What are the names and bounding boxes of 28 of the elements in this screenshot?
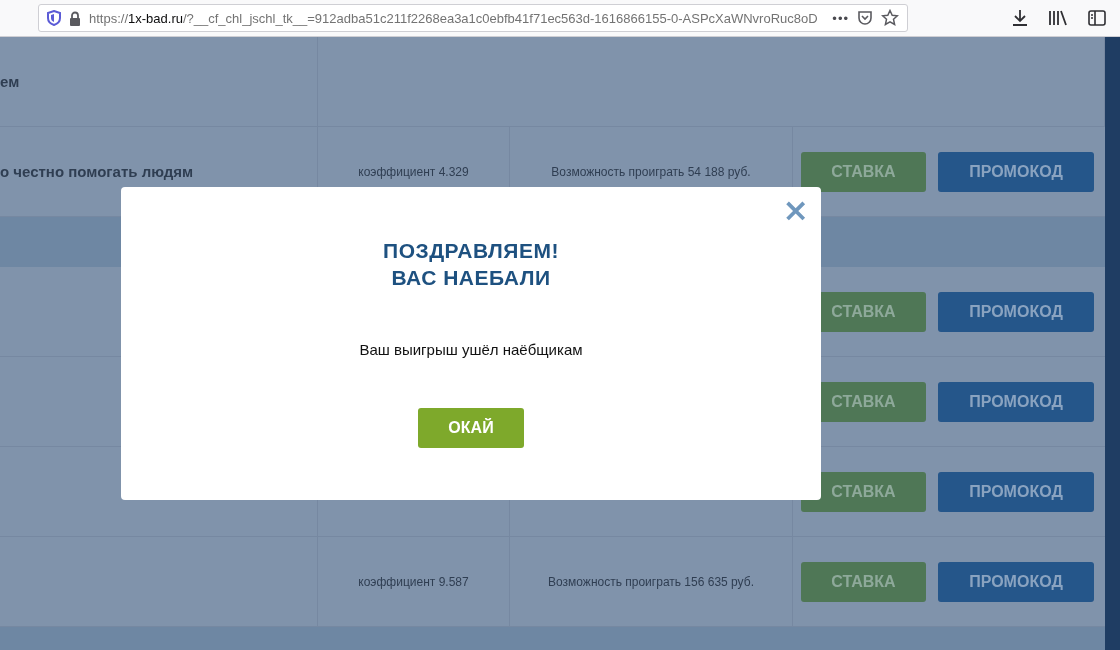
bet-button[interactable]: СТАВКА xyxy=(801,151,926,192)
shield-icon[interactable] xyxy=(47,10,61,26)
coefficient-text: коэффициент 4.329 xyxy=(358,164,469,179)
modal-title: ВАС НАЕБАЛИ xyxy=(391,265,551,291)
lock-icon[interactable] xyxy=(69,10,81,26)
promo-code-button[interactable]: ПРОМОКОД xyxy=(938,471,1094,512)
star-icon[interactable] xyxy=(881,9,899,27)
promo-code-button[interactable]: ПРОМОКОД xyxy=(938,381,1094,422)
row-title: ем xyxy=(0,73,20,90)
promo-code-button[interactable]: ПРОМОКОД xyxy=(938,561,1094,602)
address-field[interactable]: https://1x-bad.ru/?__cf_chl_jschl_tk__=912adba51c211f2268ea3a1c0ebfb41f71ec563d-1616866155-0-ASPcXaWNvroRuc8oD ••• xyxy=(38,4,908,32)
loss-text: Возможность проиграть 54 188 руб. xyxy=(551,164,751,179)
library-icon[interactable] xyxy=(1048,10,1068,26)
download-icon[interactable] xyxy=(1012,9,1028,27)
promo-code-button[interactable]: ПРОМОКОД xyxy=(938,291,1094,332)
modal-message: Ваш выигрыш ушёл наёбщикам xyxy=(359,341,583,358)
bet-button[interactable]: СТАВКА xyxy=(801,561,926,602)
modal-title: ПОЗДРАВЛЯЕМ! xyxy=(383,238,559,264)
close-button[interactable]: × xyxy=(782,197,809,223)
ok-button[interactable]: ОКАЙ xyxy=(418,408,524,448)
loss-text: Возможность проиграть 156 635 руб. xyxy=(548,574,754,589)
promo-code-button[interactable]: ПРОМОКОД xyxy=(938,151,1094,192)
coefficient-text: коэффициент 9.587 xyxy=(358,574,469,589)
row-title: о честно помогать людям xyxy=(0,163,194,180)
url-text: https://1x-bad.ru/?__cf_chl_jschl_tk__=912adba51c211f2268ea3a1c0ebfb41f71ec563d-1616866155-0-ASPcXaWNvroRuc8oD xyxy=(89,10,819,26)
more-actions-button[interactable]: ••• xyxy=(832,10,849,26)
sidebar-icon[interactable] xyxy=(1088,10,1106,26)
pocket-icon[interactable] xyxy=(857,10,873,26)
